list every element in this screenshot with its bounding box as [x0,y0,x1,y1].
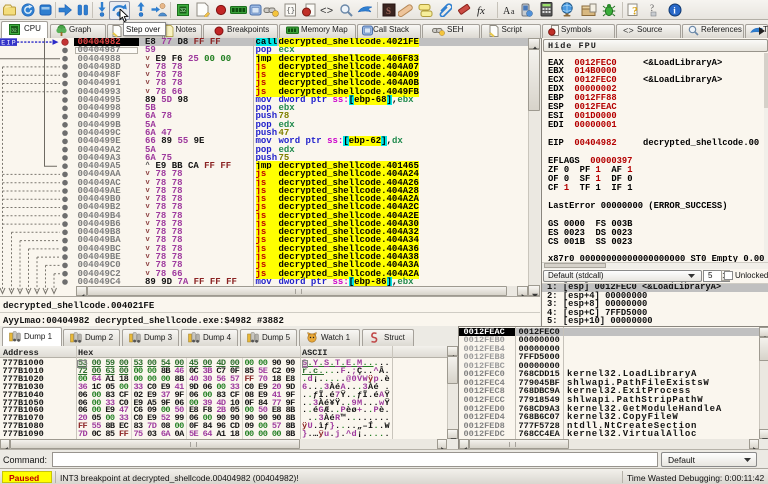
svg-text:?: ? [632,4,638,18]
svg-text:EIP: EIP [1,40,16,47]
svg-text:<>: <> [623,27,634,37]
svg-text:{}: {} [287,8,295,16]
svg-text:a: a [511,7,515,16]
svg-text:32: 32 [11,28,17,34]
svg-text:fx: fx [477,5,485,17]
svg-text:?: ? [650,3,654,13]
svg-text:A: A [503,6,511,17]
svg-text:32: 32 [180,8,186,14]
svg-text:S: S [386,6,391,16]
svg-text:<>: <> [320,6,333,17]
